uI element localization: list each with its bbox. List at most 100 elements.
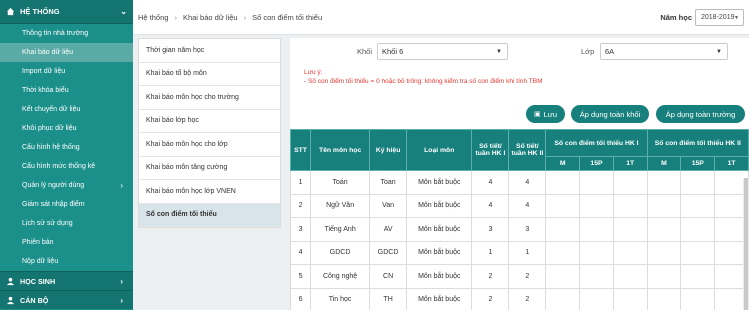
cell-code: GDCD [369, 240, 408, 265]
menu-item[interactable]: Khai báo môn tăng cường [139, 157, 280, 180]
sidebar-item-label: Khôi phục dữ liệu [22, 125, 77, 132]
cell-stt: 4 [289, 240, 312, 265]
sidebar-item[interactable]: Khôi phục dữ liệu [0, 119, 133, 138]
cell-stt: 5 [289, 264, 312, 289]
min-score-input[interactable] [545, 240, 581, 265]
note: Lưu ý: - Số con điểm tối thiểu = 0 hoặc … [304, 68, 543, 86]
min-score-input[interactable] [612, 193, 648, 218]
sidebar-item[interactable]: Lịch sử sử dụng [0, 214, 133, 233]
sidebar-item-label: Thời khóa biểu [22, 87, 69, 94]
min-score-input[interactable] [680, 217, 716, 242]
min-score-input[interactable] [612, 264, 648, 289]
sidebar-item[interactable]: Import dữ liệu [0, 62, 133, 81]
min-score-input[interactable] [545, 193, 581, 218]
scrollbar[interactable] [743, 178, 749, 310]
cell-code: CN [369, 264, 408, 289]
sidebar-item[interactable]: Kết chuyển dữ liệu [0, 100, 133, 119]
cell-periods-hk1: 4 [471, 193, 510, 218]
min-score-input[interactable] [612, 170, 648, 195]
col-m: M [646, 156, 682, 171]
min-score-input[interactable] [646, 170, 682, 195]
sidebar-item[interactable]: Cấu hình hệ thống [0, 138, 133, 157]
sidebar-item[interactable]: Thông tin nhà trường [0, 24, 133, 43]
min-score-input[interactable] [545, 170, 581, 195]
school-year-select[interactable]: 2018-2019 ▼ [695, 9, 744, 26]
save-label: Lưu [543, 109, 557, 119]
menu-item[interactable]: Khai báo môn học lớp VNEN [139, 180, 280, 204]
apply-school-button[interactable]: Áp dụng toàn trường [656, 105, 745, 123]
min-score-input[interactable] [646, 240, 682, 265]
cell-periods-hk1: 1 [471, 240, 510, 265]
sidebar-section-students[interactable]: HỌC SINH › [0, 271, 133, 290]
menu-item[interactable]: Khai báo môn học cho lớp [139, 133, 280, 157]
cell-subject: Ngữ Văn [310, 193, 371, 218]
sidebar-section-label: HỌC SINH [20, 276, 56, 286]
cell-periods-hk2: 2 [508, 264, 547, 289]
sidebar-header-system[interactable]: HỆ THỐNG ⌄ [0, 0, 133, 24]
staff-icon [6, 296, 15, 304]
min-score-input[interactable] [646, 193, 682, 218]
menu-item[interactable]: Khai báo môn học cho trường [139, 86, 280, 110]
cell-periods-hk1: 2 [471, 264, 510, 289]
class-label: Lớp [581, 47, 595, 56]
cell-periods-hk2: 2 [508, 287, 547, 310]
menu-item[interactable]: Số con điểm tối thiểu [139, 203, 280, 227]
min-score-input[interactable] [545, 287, 581, 310]
min-score-input[interactable] [579, 217, 614, 242]
school-year-value: 2018-2019 [701, 14, 735, 21]
min-score-input[interactable] [545, 264, 581, 289]
min-score-input[interactable] [680, 170, 716, 195]
min-score-input[interactable] [680, 193, 716, 218]
sidebar-item-label: Giám sát nhập điểm [22, 201, 85, 208]
min-score-input[interactable] [579, 193, 614, 218]
chevron-right-icon: › [174, 12, 177, 22]
cell-type: Môn bắt buộc [406, 264, 473, 289]
cell-subject: Tin học [310, 287, 371, 310]
min-score-input[interactable] [646, 217, 682, 242]
sidebar-item[interactable]: Khai báo dữ liệu [0, 43, 133, 62]
min-score-input[interactable] [579, 240, 614, 265]
sidebar-item-label: Cấu hình mức thống kê [22, 163, 96, 170]
min-score-input[interactable] [545, 217, 581, 242]
min-score-input[interactable] [612, 287, 648, 310]
breadcrumb: Hệ thống › Khai báo dữ liệu › Số con điể… [138, 13, 322, 22]
sidebar-item[interactable]: Quản lý người dùng › [0, 176, 133, 195]
min-score-input[interactable] [579, 170, 614, 195]
sidebar-item-label: Phiên bản [22, 239, 54, 246]
min-score-input[interactable] [612, 240, 648, 265]
menu-item[interactable]: Khai báo lớp học [139, 110, 280, 133]
breadcrumb-item[interactable]: Khai báo dữ liệu [183, 13, 238, 22]
sidebar-item-label: Quản lý người dùng [22, 182, 85, 189]
cell-type: Môn bắt buộc [406, 217, 473, 242]
sidebar-item[interactable]: Nộp dữ liệu [0, 252, 133, 271]
min-score-input[interactable] [680, 240, 716, 265]
sidebar-section-staff[interactable]: CÁN BỘ › [0, 290, 133, 309]
menu-item[interactable]: Khai báo tổ bộ môn [139, 63, 280, 86]
table-row: 4 GDCD GDCD Môn bắt buộc 1 1 [289, 240, 749, 265]
min-score-input[interactable] [680, 287, 716, 310]
sidebar-item[interactable]: Thời khóa biểu [0, 81, 133, 100]
min-score-input[interactable] [680, 264, 716, 289]
breadcrumb-item[interactable]: Hệ thống [138, 13, 168, 22]
sidebar-item-label: Lịch sử sử dụng [22, 220, 73, 227]
min-score-input[interactable] [579, 287, 614, 310]
sidebar-item[interactable]: Giám sát nhập điểm [0, 195, 133, 214]
sidebar-header-label: HỆ THỐNG [20, 7, 60, 16]
menu-item[interactable]: Thời gian năm học [139, 39, 280, 63]
min-score-input[interactable] [612, 217, 648, 242]
min-score-input[interactable] [646, 264, 682, 289]
sidebar-item-label: Kết chuyển dữ liệu [22, 106, 81, 113]
class-select[interactable]: 6A ▼ [600, 43, 728, 60]
apply-grade-button[interactable]: Áp dụng toàn khối [571, 105, 649, 123]
cell-subject: Tiếng Anh [310, 217, 371, 242]
sidebar-item[interactable]: Phiên bản [0, 233, 133, 252]
min-score-input[interactable] [646, 287, 682, 310]
sidebar-item[interactable]: Cấu hình mức thống kê [0, 157, 133, 176]
min-score-input[interactable] [579, 264, 614, 289]
col-15p: 15P [579, 156, 614, 171]
scrollbar-thumb[interactable] [744, 178, 748, 310]
grade-select[interactable]: Khối 6 ▼ [377, 43, 508, 60]
chevron-right-icon: › [243, 12, 247, 22]
save-button[interactable]: ▣ Lưu [526, 105, 565, 123]
cell-subject: GDCD [310, 240, 371, 265]
